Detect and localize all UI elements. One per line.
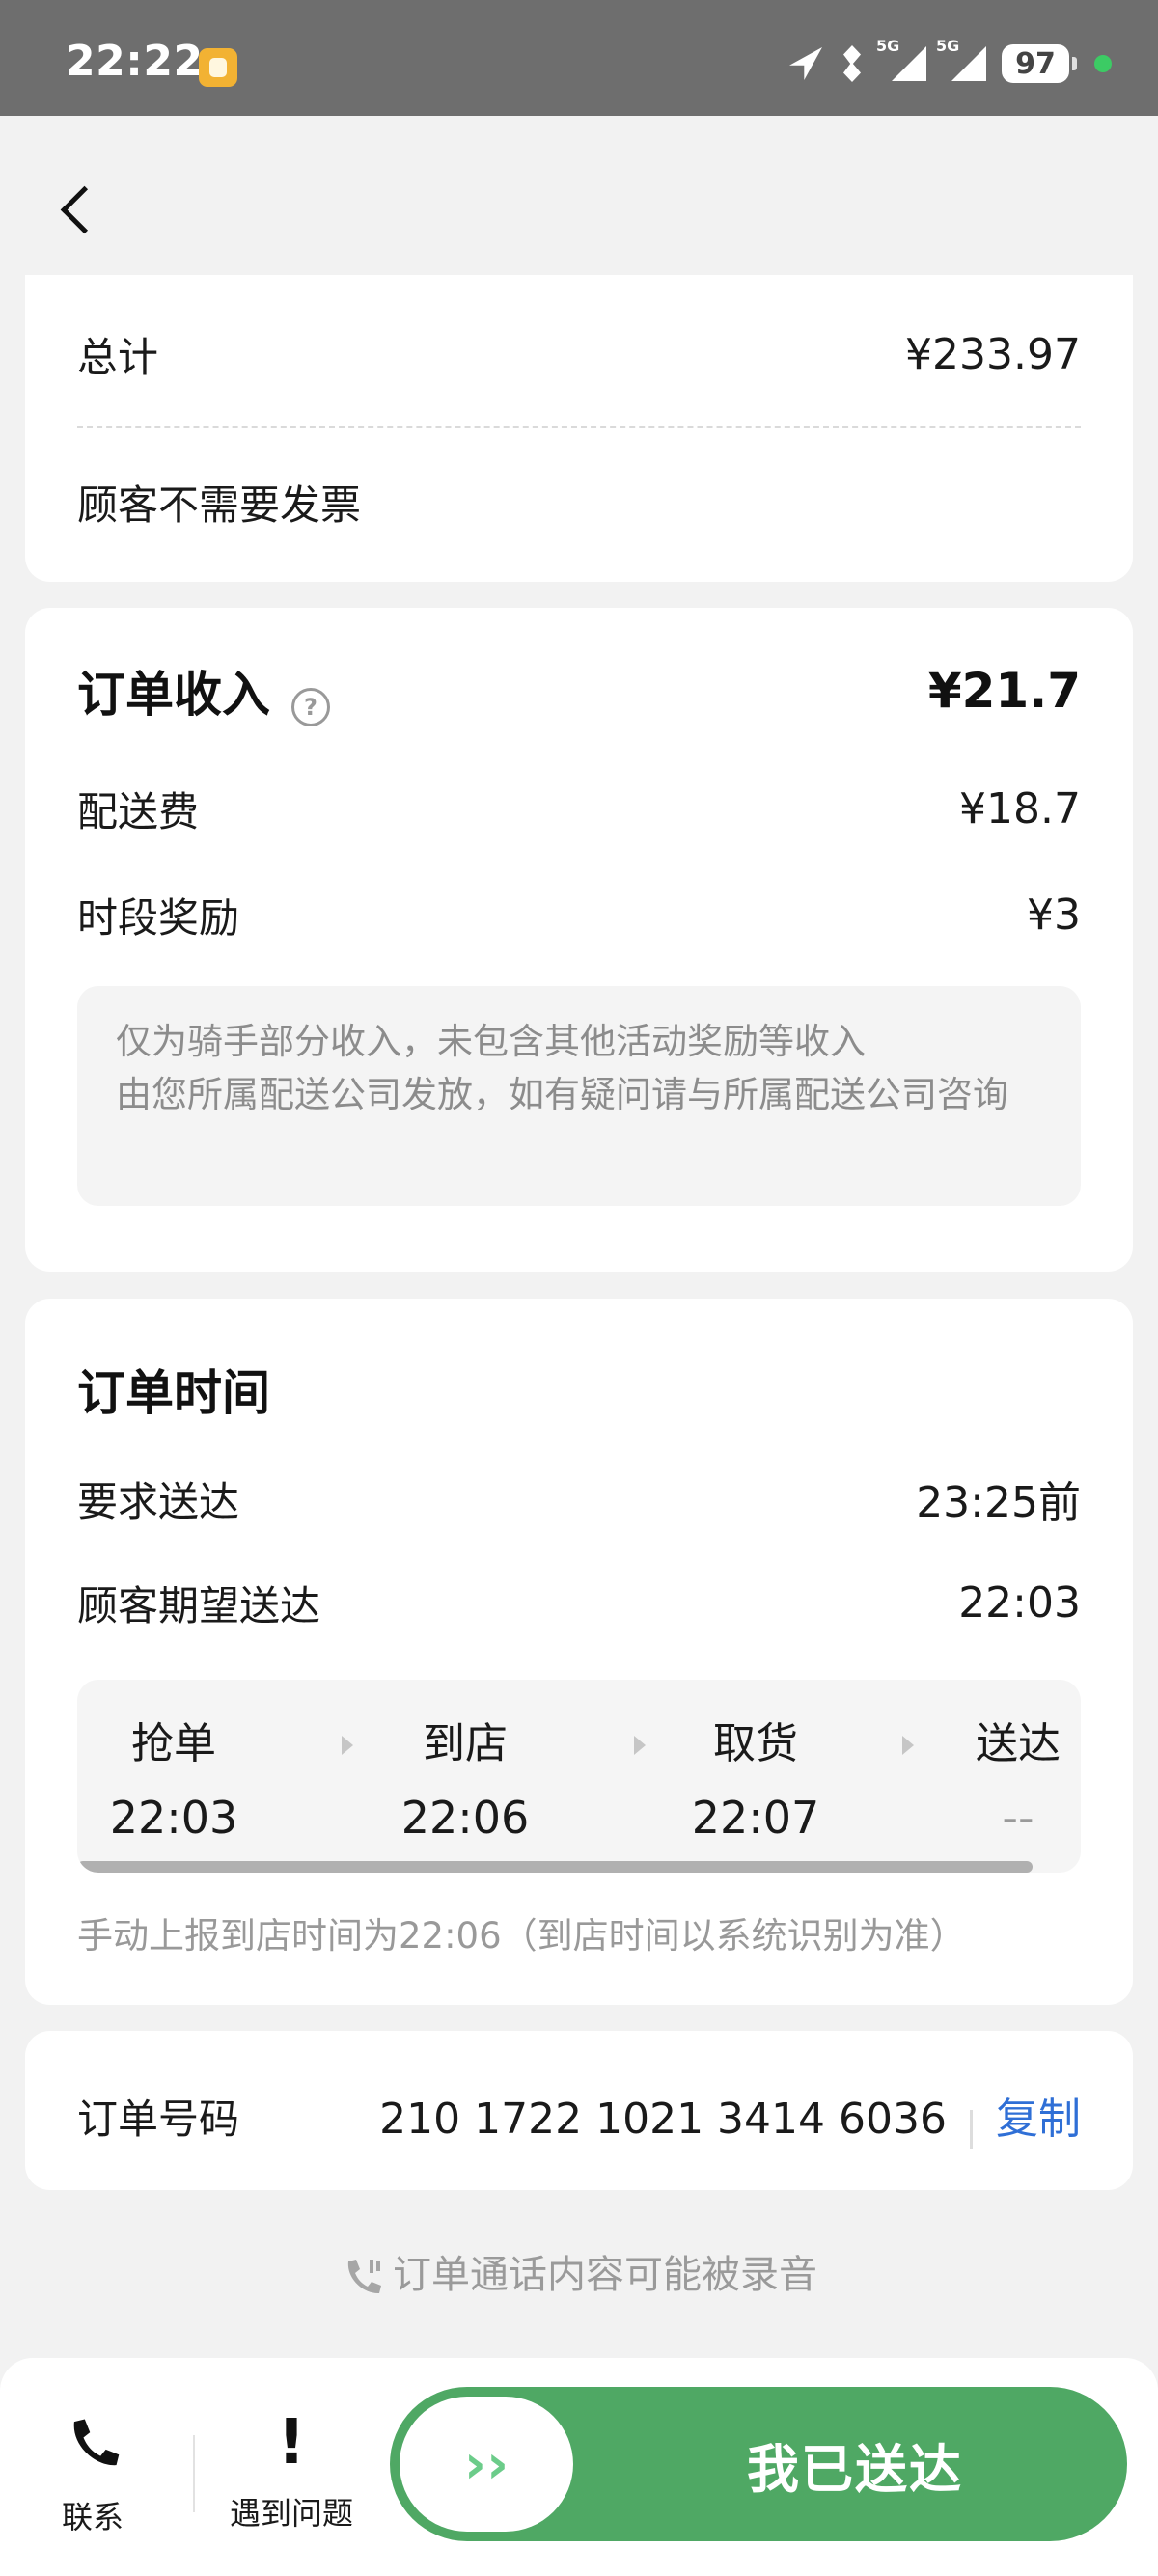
expected-delivery-label: 顾客期望送达	[77, 1582, 321, 1630]
order-time-card: 订单时间 要求送达 23:25前 顾客期望送达 22:03 抢单 22:03 到…	[25, 1299, 1133, 2005]
income-total: ¥21.7	[927, 663, 1081, 720]
battery-icon: 97	[1002, 44, 1077, 83]
signal-icon-1: 5G	[876, 37, 926, 81]
order-number-wrap: 210 1722 1021 3414 6036 复制	[379, 2084, 1081, 2149]
contact-label: 联系	[62, 2499, 124, 2535]
bluetooth-icon	[838, 45, 867, 82]
bottom-action-bar: 联系 ! 遇到问题 ›› 我已送达	[0, 2358, 1158, 2576]
income-note-box: 仅为骑手部分收入，未包含其他活动奖励等收入 由您所属配送公司发放，如有疑问请与所…	[77, 986, 1081, 1206]
copy-button[interactable]: 复制	[996, 2095, 1081, 2144]
location-icon	[789, 47, 822, 80]
timeline-arrow-icon	[342, 1736, 353, 1755]
income-item-value: ¥3	[1027, 891, 1081, 940]
total-value: ¥233.97	[905, 330, 1081, 379]
help-icon[interactable]: ?	[291, 687, 330, 726]
total-label: 总计	[77, 334, 159, 381]
exclamation-icon: !	[277, 2407, 306, 2479]
income-note-line: 仅为骑手部分收入，未包含其他活动奖励等收入	[116, 1021, 866, 1062]
delivered-slider[interactable]: ›› 我已送达	[390, 2387, 1127, 2541]
income-title-wrap: 订单收入?	[77, 656, 330, 726]
status-bar: 22:22 5G 5G 97	[0, 0, 1158, 116]
order-income-card: 订单收入? ¥21.7 配送费 ¥18.7 时段奖励 ¥3 仅为骑手部分收入，未…	[25, 608, 1133, 1272]
delivered-slider-label: 我已送达	[747, 2438, 963, 2500]
timeline-step-delivered: 送达 --	[976, 1719, 1061, 1844]
phone-record-icon	[347, 2260, 381, 2294]
top-bar	[0, 116, 1158, 275]
report-problem-button[interactable]: ! 遇到问题	[230, 2407, 354, 2534]
income-title: 订单收入	[77, 667, 270, 723]
order-total-card: 总计 ¥233.97 顾客不需要发票	[25, 275, 1133, 582]
income-note-line: 由您所属配送公司发放，如有疑问请与所属配送公司咨询	[116, 1074, 1008, 1115]
invoice-note: 顾客不需要发票	[77, 481, 362, 529]
timeline-step-grab: 抢单 22:03	[109, 1719, 238, 1844]
order-number-value: 210 1722 1021 3414 6036	[379, 2095, 947, 2144]
status-time: 22:22	[66, 37, 204, 86]
divider	[77, 426, 1081, 428]
order-timeline[interactable]: 抢单 22:03 到店 22:06 取货 22:07 送达 --	[77, 1680, 1081, 1873]
report-problem-label: 遇到问题	[230, 2495, 354, 2532]
call-note-text: 订单通话内容可能被录音	[393, 2253, 817, 2297]
status-icons: 5G 5G 97	[789, 37, 1112, 85]
timeline-arrow-icon	[634, 1736, 646, 1755]
notification-app-icon	[199, 48, 237, 87]
income-item-label: 时段奖励	[77, 894, 240, 942]
back-icon[interactable]	[60, 185, 109, 234]
order-number-card: 订单号码 210 1722 1021 3414 6036 复制	[25, 2031, 1133, 2190]
signal-icon-2: 5G	[936, 37, 986, 81]
privacy-dot-icon	[1094, 55, 1112, 72]
divider	[970, 2109, 973, 2149]
expected-delivery-value: 22:03	[958, 1578, 1081, 1628]
required-delivery-value: 23:25前	[916, 1478, 1081, 1527]
timeline-arrow-icon	[902, 1736, 914, 1755]
timeline-scrollbar[interactable]	[77, 1861, 1033, 1873]
timeline-step-pickup: 取货 22:07	[691, 1719, 820, 1844]
call-recording-note: 订单通话内容可能被录音	[0, 2243, 1158, 2299]
income-item-label: 配送费	[77, 788, 200, 836]
contact-button[interactable]: 联系	[62, 2414, 124, 2537]
timeline-step-arrive: 到店 22:06	[400, 1719, 530, 1844]
double-chevron-icon: ››	[463, 2432, 510, 2496]
divider	[193, 2435, 195, 2512]
manual-arrival-note: 手动上报到店时间为22:06（到店时间以系统识别为准）	[77, 1915, 966, 1957]
slider-handle[interactable]: ››	[400, 2397, 573, 2532]
phone-icon	[73, 2419, 120, 2466]
order-number-label: 订单号码	[77, 2095, 240, 2143]
income-item-value: ¥18.7	[959, 784, 1081, 834]
required-delivery-label: 要求送达	[77, 1477, 240, 1525]
order-time-title: 订单时间	[77, 1365, 270, 1421]
